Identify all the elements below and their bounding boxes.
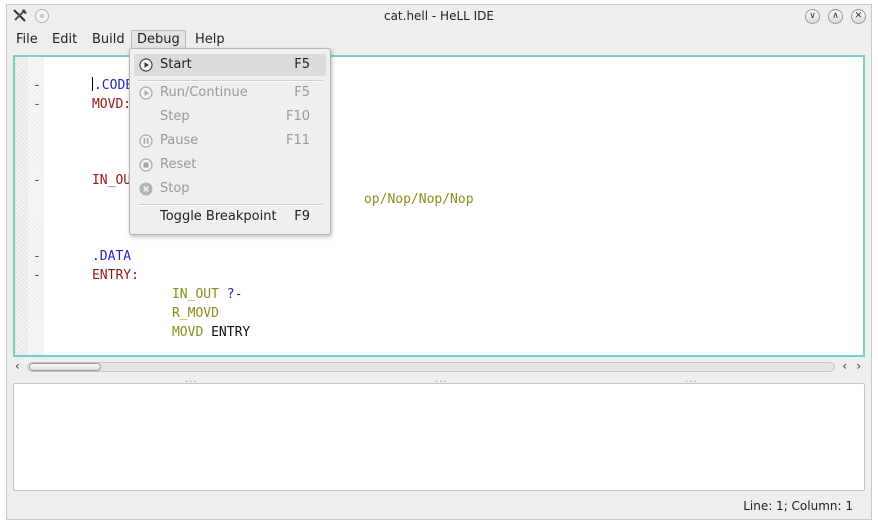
menu-item-label: Toggle Breakpoint — [160, 209, 277, 224]
chevron-down-icon: ∨ — [809, 11, 816, 21]
output-panel[interactable] — [13, 383, 865, 491]
fold-marker[interactable]: - — [33, 171, 41, 190]
menu-item-run-continue[interactable]: Run/Continue F5 — [134, 82, 326, 104]
code-line: - ENTRY: — [33, 247, 139, 283]
menu-item-shortcut: F10 — [285, 109, 310, 124]
scroll-right-icon[interactable]: › — [856, 359, 861, 373]
pause-icon — [139, 134, 153, 148]
code-line: MOVD ENTRY — [125, 304, 250, 340]
menu-item-start[interactable]: Start F5 — [134, 54, 326, 76]
scrollbar-thumb[interactable] — [29, 363, 101, 371]
menu-item-toggle-breakpoint[interactable]: Toggle Breakpoint F9 — [134, 206, 326, 228]
code-line: - .CODE — [33, 57, 133, 93]
menu-item-stop[interactable]: Stop — [134, 178, 326, 200]
code-token: MOVD — [171, 325, 204, 340]
code-line: R_MOVD — [125, 285, 219, 321]
menu-item-step[interactable]: Step F10 — [134, 106, 326, 128]
menu-item-label: Run/Continue — [160, 85, 248, 100]
minimize-button[interactable]: ∨ — [805, 9, 820, 24]
menu-item-label: Reset — [160, 157, 197, 172]
play-icon — [139, 86, 153, 100]
menu-item-shortcut: F5 — [294, 57, 310, 72]
fold-marker[interactable]: - — [33, 76, 41, 95]
stop-icon — [139, 158, 153, 172]
menu-item-pause[interactable]: Pause F11 — [134, 130, 326, 152]
menu-item-shortcut: F11 — [285, 133, 310, 148]
menu-file[interactable]: File — [11, 31, 43, 49]
menu-debug[interactable]: Debug — [131, 30, 186, 49]
close-icon: ✕ — [854, 11, 863, 21]
play-icon — [139, 58, 153, 72]
menu-item-reset[interactable]: Reset — [134, 154, 326, 176]
maximize-button[interactable]: ∧ — [828, 9, 843, 24]
fold-marker[interactable]: - — [33, 266, 41, 285]
code-line: - MOVD: — [33, 76, 131, 112]
menu-build[interactable]: Build — [87, 31, 130, 49]
menu-item-shortcut: F5 — [294, 85, 310, 100]
menu-item-label: Step — [160, 109, 190, 124]
menu-item-shortcut: F9 — [294, 209, 310, 224]
debug-menu-dropdown: Start F5 Run/Continue F5 Step F10 Pause … — [129, 48, 331, 235]
scrollbar-track[interactable] — [27, 362, 835, 372]
code-line: IN_OUT ?- — [125, 266, 242, 302]
close-button[interactable]: ✕ — [851, 9, 866, 24]
menu-item-label: Start — [160, 57, 192, 72]
horizontal-scrollbar[interactable]: ‹ ‹ › — [13, 359, 865, 374]
line-gutter — [15, 57, 28, 355]
menu-item-label: Stop — [160, 181, 190, 196]
fold-marker[interactable]: - — [33, 95, 41, 114]
code-line: - .DATA — [33, 228, 131, 264]
cursor-position-status: Line: 1; Column: 1 — [743, 499, 853, 513]
title-bar[interactable]: cat.hell - HeLL IDE ∨ ∧ ✕ — [7, 5, 871, 29]
fold-marker[interactable]: - — [33, 247, 41, 266]
window-title: cat.hell - HeLL IDE — [383, 9, 495, 23]
menu-edit[interactable]: Edit — [47, 31, 82, 49]
cancel-icon — [139, 182, 153, 196]
code-token: ENTRY — [203, 325, 251, 340]
code-line: op/Nop/Nop/Nop — [317, 171, 474, 207]
chevron-up-icon: ∧ — [832, 11, 839, 21]
scroll-left-icon[interactable]: ‹ — [842, 359, 847, 373]
scroll-left-icon[interactable]: ‹ — [15, 359, 20, 373]
menu-item-label: Pause — [160, 133, 199, 148]
code-token: ?- — [218, 287, 243, 302]
code-token: op/Nop/Nop/Nop — [363, 192, 474, 207]
menu-help[interactable]: Help — [190, 31, 230, 49]
